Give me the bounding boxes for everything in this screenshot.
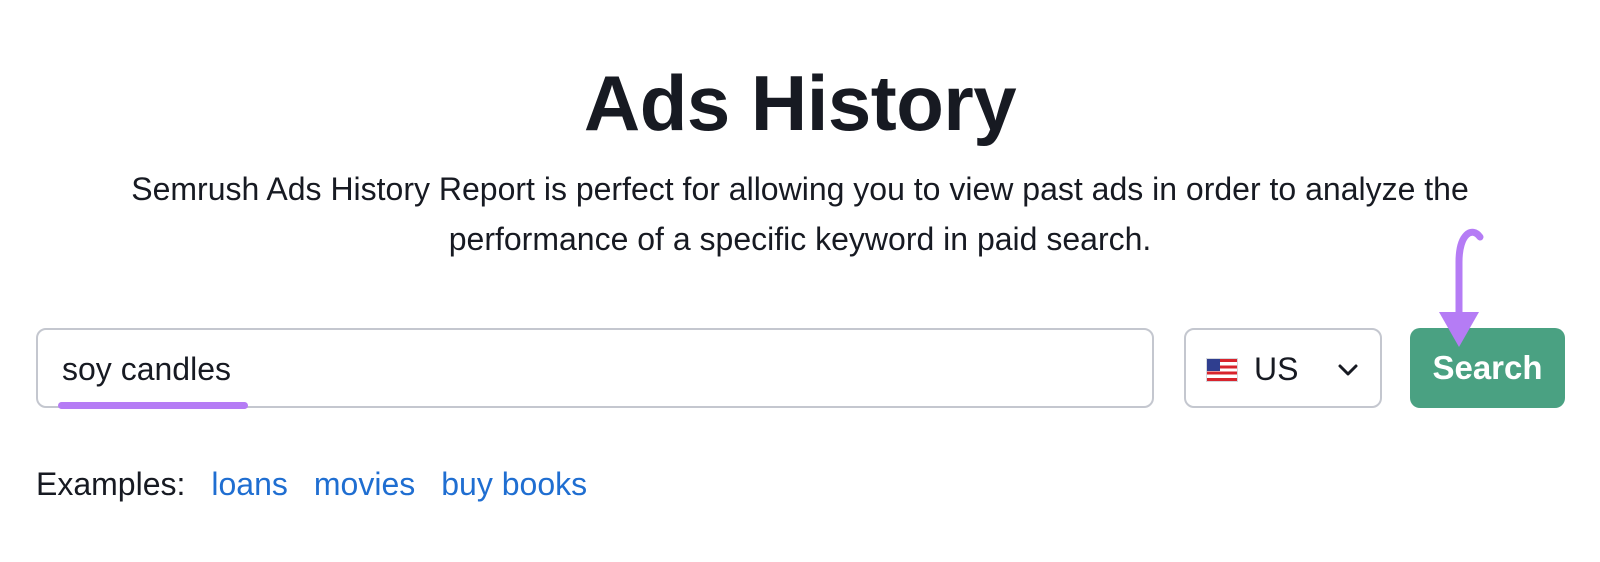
examples-row: Examples: loans movies buy books: [36, 462, 613, 506]
us-flag-icon: [1206, 358, 1238, 382]
example-link-buy-books[interactable]: buy books: [441, 466, 587, 502]
country-select[interactable]: US: [1184, 328, 1382, 408]
chevron-down-icon: [1338, 364, 1358, 376]
example-link-loans[interactable]: loans: [211, 466, 288, 502]
example-link-movies[interactable]: movies: [314, 466, 415, 502]
page-title: Ads History: [583, 59, 1017, 147]
page-description: Semrush Ads History Report is perfect fo…: [131, 171, 1469, 257]
annotation-arrow-icon: [1439, 228, 1484, 347]
annotation-underline: [58, 402, 248, 409]
keyword-input-value: soy candles: [62, 351, 231, 387]
keyword-search-input[interactable]: soy candles: [36, 328, 1154, 408]
examples-label: Examples:: [36, 466, 186, 502]
country-select-value: US: [1254, 351, 1299, 387]
ads-history-page: Ads History Semrush Ads History Report i…: [0, 0, 1600, 562]
